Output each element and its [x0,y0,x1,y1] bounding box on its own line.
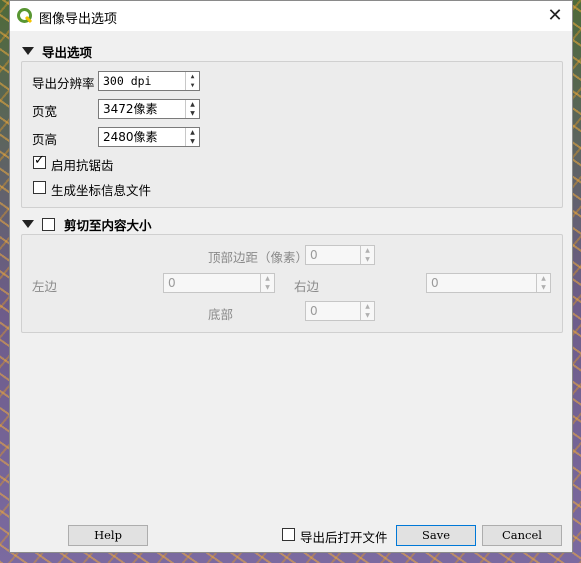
image-export-dialog: 图像导出选项 ✕ 导出选项 导出分辨率 300 dpi ▲ ▼ 页宽 3472像素… [9,0,573,553]
spin-down-icon[interactable]: ▼ [537,283,550,292]
collapse-triangle-icon [22,47,34,55]
world-file-label: 生成坐标信息文件 [51,183,152,198]
export-options-group: 导出分辨率 300 dpi ▲ ▼ 页宽 3472像素 ▲ ▼ 页高 2480像素 … [21,61,563,208]
bottom-margin-label: 底部 [208,307,234,322]
crop-title: 剪切至内容大小 [64,217,152,233]
spin-down-icon[interactable]: ▼ [361,311,374,320]
spin-up-icon[interactable]: ▲ [361,246,374,255]
resolution-value: 300 dpi [103,74,152,88]
spin-up-icon[interactable]: ▲ [537,274,550,283]
spin-down-icon[interactable]: ▼ [361,255,374,264]
crop-enable-checkbox[interactable] [42,217,55,231]
page-height-label: 页高 [32,132,58,147]
world-file-checkbox[interactable] [33,181,46,194]
top-margin-label: 顶部边距（像素） [208,250,309,265]
left-margin-value: 0 [168,276,176,290]
qgis-logo-icon [17,8,33,24]
spin-up-icon[interactable]: ▲ [261,274,274,283]
resolution-spinbox[interactable]: 300 dpi ▲ ▼ [98,71,200,91]
page-width-value: 3472像素 [103,102,158,116]
spin-up-icon[interactable]: ▲ [186,100,199,109]
window-title: 图像导出选项 [39,12,118,27]
spin-down-icon[interactable]: ▼ [261,283,274,292]
help-button[interactable]: Help [68,525,148,546]
right-margin-spinbox[interactable]: 0 ▲ ▼ [426,273,551,293]
title-bar: 图像导出选项 ✕ [10,1,572,31]
page-width-spinbox[interactable]: 3472像素 ▲ ▼ [98,99,200,119]
right-margin-value: 0 [431,276,439,290]
resolution-label: 导出分辨率 [32,76,95,91]
page-height-value: 2480像素 [103,130,158,144]
left-margin-spinbox[interactable]: 0 ▲ ▼ [163,273,275,293]
cancel-button[interactable]: Cancel [482,525,562,546]
crop-header[interactable]: 剪切至内容大小 [22,215,152,233]
page-height-spinbox[interactable]: 2480像素 ▲ ▼ [98,127,200,147]
collapse-triangle-icon [22,220,34,228]
open-after-export-label: 导出后打开文件 [300,530,388,545]
spin-down-icon[interactable]: ▼ [186,137,199,146]
top-margin-value: 0 [310,248,318,262]
antialiasing-label: 启用抗锯齿 [51,158,114,173]
page-width-label: 页宽 [32,104,58,119]
spin-up-icon[interactable]: ▲ [361,302,374,311]
open-after-export-checkbox[interactable] [282,528,295,541]
bottom-margin-spinbox[interactable]: 0 ▲ ▼ [305,301,375,321]
crop-group: 顶部边距（像素） 0 ▲ ▼ 左边 0 ▲ ▼ 右边 0 ▲ ▼ 底部 0 ▲ ▼ [21,234,563,333]
left-margin-label: 左边 [32,279,58,294]
close-icon[interactable]: ✕ [544,5,566,27]
bottom-margin-value: 0 [310,304,318,318]
export-options-header[interactable]: 导出选项 [22,42,92,60]
antialiasing-checkbox[interactable] [33,153,46,169]
top-margin-spinbox[interactable]: 0 ▲ ▼ [305,245,375,265]
spin-down-icon[interactable]: ▼ [186,109,199,118]
spin-up-icon[interactable]: ▲ [186,128,199,137]
export-options-title: 导出选项 [42,44,93,60]
spin-down-icon[interactable]: ▼ [186,81,199,90]
spin-up-icon[interactable]: ▲ [186,72,199,81]
save-button[interactable]: Save [396,525,476,546]
right-margin-label: 右边 [294,279,320,294]
